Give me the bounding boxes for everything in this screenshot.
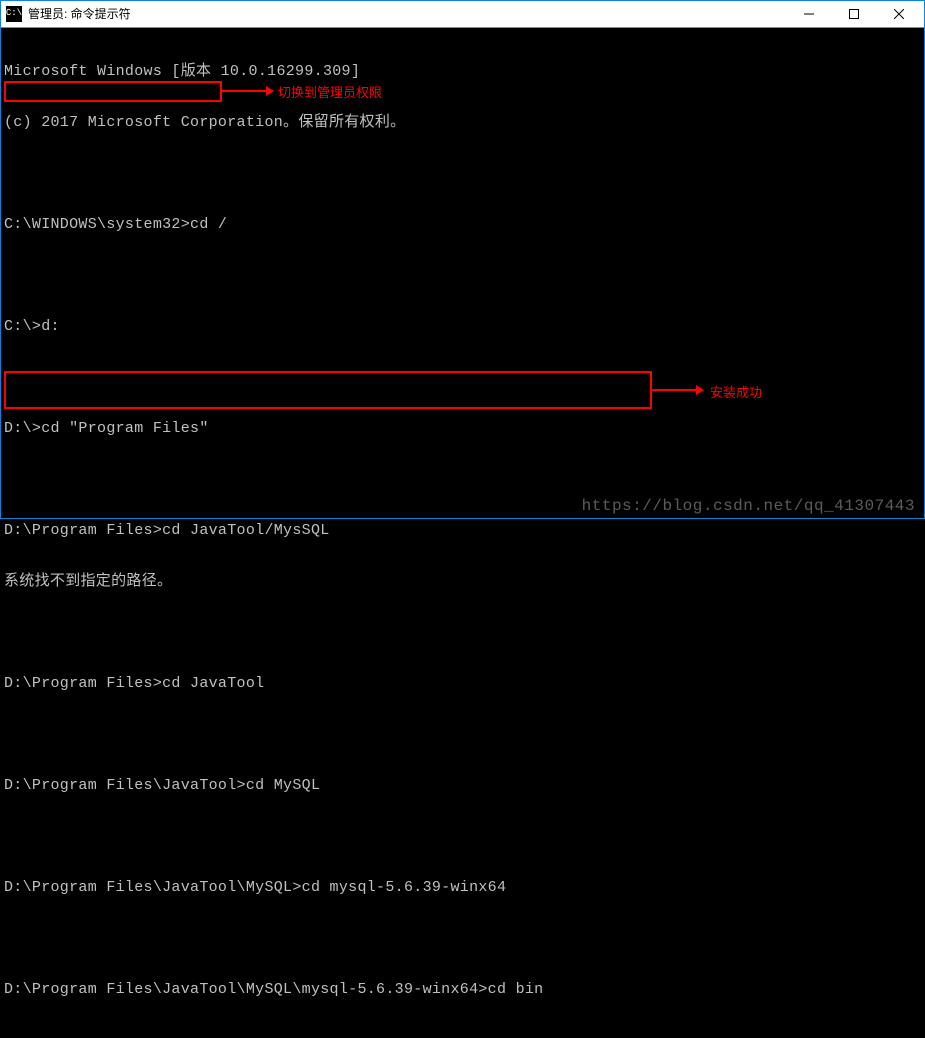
annotation-arrow-icon xyxy=(222,90,272,92)
terminal-line: D:\>cd "Program Files" xyxy=(4,420,925,437)
annotation-label: 安装成功 xyxy=(710,382,762,401)
close-button[interactable] xyxy=(876,0,921,27)
terminal-line: D:\Program Files\JavaTool\MySQL>cd mysql… xyxy=(4,879,925,896)
window-title: 管理员: 命令提示符 xyxy=(28,5,131,22)
titlebar: C:\ 管理员: 命令提示符 xyxy=(0,0,925,28)
terminal-line: D:\Program Files\JavaTool>cd MySQL xyxy=(4,777,925,794)
terminal-line xyxy=(4,369,925,386)
terminal-line: C:\WINDOWS\system32>cd / xyxy=(4,216,925,233)
terminal-line: D:\Program Files>cd JavaTool xyxy=(4,675,925,692)
cmd-icon: C:\ xyxy=(6,6,22,22)
terminal-line xyxy=(4,471,925,488)
window-controls xyxy=(786,0,921,27)
terminal-line: C:\>d: xyxy=(4,318,925,335)
terminal-line xyxy=(4,1032,925,1038)
terminal-line xyxy=(4,726,925,743)
annotation-label: 切换到管理员权限 xyxy=(278,82,382,101)
terminal-line xyxy=(4,624,925,641)
watermark: https://blog.csdn.net/qq_41307443 xyxy=(582,497,915,515)
terminal-line xyxy=(4,267,925,284)
terminal-line: Microsoft Windows [版本 10.0.16299.309] xyxy=(4,63,925,80)
maximize-button[interactable] xyxy=(831,0,876,27)
terminal-line xyxy=(4,165,925,182)
terminal-line xyxy=(4,828,925,845)
terminal-line xyxy=(4,930,925,947)
terminal-area[interactable]: Microsoft Windows [版本 10.0.16299.309] (c… xyxy=(0,28,925,519)
terminal-line: D:\Program Files>cd JavaTool/MysSQL xyxy=(4,522,925,539)
terminal-line: D:\Program Files\JavaTool\MySQL\mysql-5.… xyxy=(4,981,925,998)
minimize-button[interactable] xyxy=(786,0,831,27)
annotation-arrow-icon xyxy=(652,389,702,391)
terminal-line: 系统找不到指定的路径。 xyxy=(4,573,925,590)
terminal-line: (c) 2017 Microsoft Corporation。保留所有权利。 xyxy=(4,114,925,131)
